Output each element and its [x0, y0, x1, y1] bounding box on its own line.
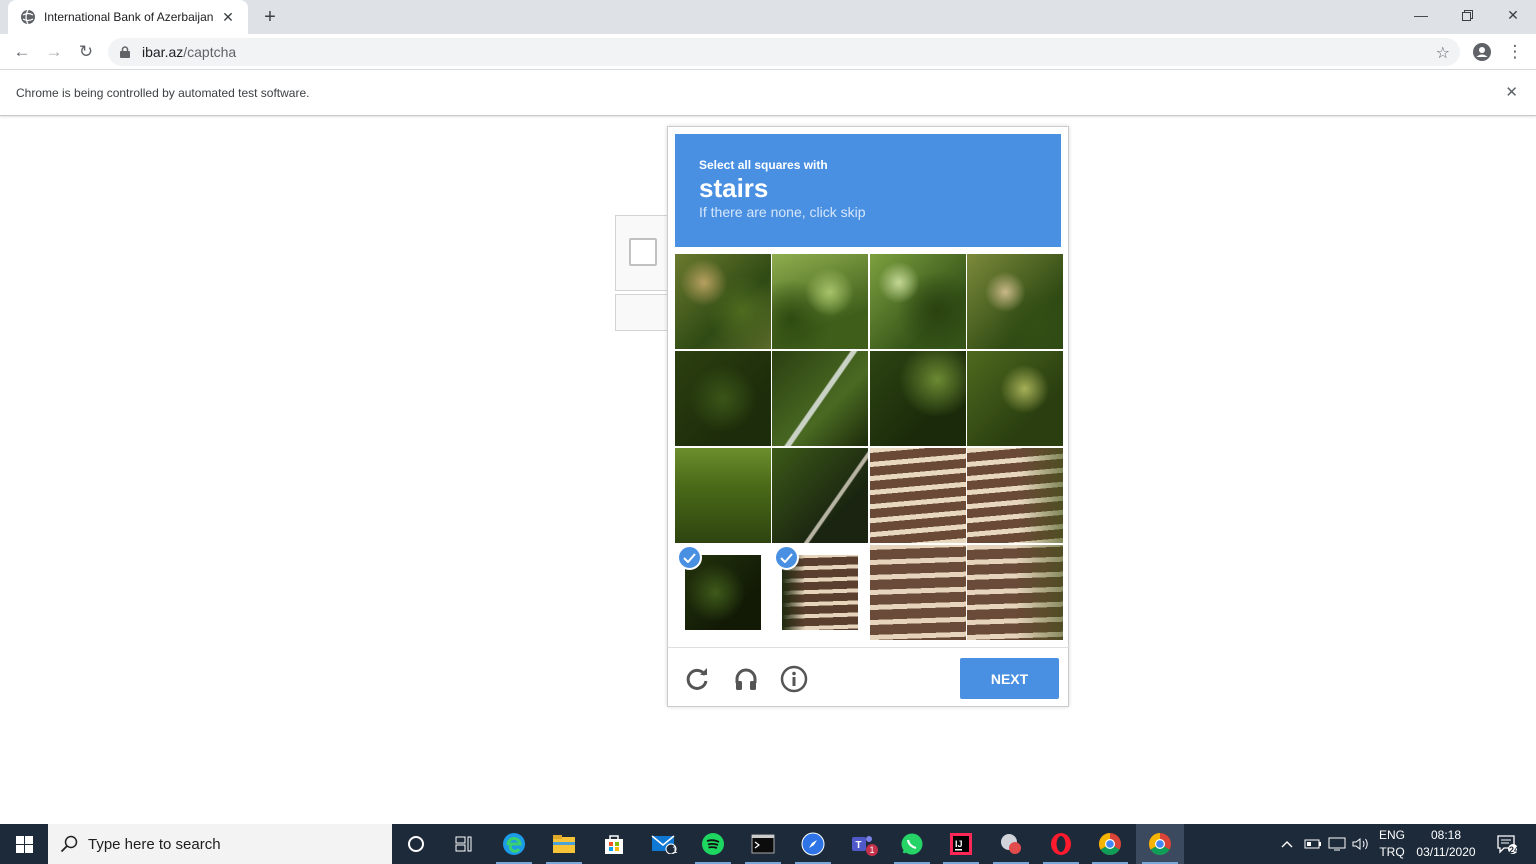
tile-6[interactable] [772, 351, 868, 446]
tile-10[interactable] [772, 448, 868, 543]
opera-icon[interactable] [1037, 824, 1085, 864]
chrome-icon[interactable] [1136, 824, 1184, 864]
tile-13[interactable] [675, 545, 771, 640]
mail-icon[interactable]: 1 [640, 824, 688, 864]
address-bar[interactable]: ibar.az/captcha ☆ [108, 38, 1460, 66]
tab-strip: International Bank of Azerbaijan ✕ + — ✕ [0, 0, 1536, 34]
mail-badge: 1 [672, 845, 678, 856]
recaptcha-checkbox[interactable] [629, 238, 657, 266]
whatsapp-icon[interactable] [888, 824, 936, 864]
clock-date: 03/11/2020 [1416, 845, 1476, 859]
language-indicator[interactable]: ENG TRQ [1376, 827, 1408, 861]
back-icon[interactable]: ← [9, 39, 35, 65]
star-icon[interactable]: ☆ [1436, 43, 1450, 63]
audio-icon[interactable] [730, 663, 762, 695]
intellij-icon[interactable]: IJ [937, 824, 985, 864]
tile-3[interactable] [870, 254, 966, 349]
battery-icon[interactable] [1304, 824, 1322, 864]
task-view-icon[interactable] [440, 824, 488, 864]
url-path: /captcha [183, 44, 237, 60]
chrome-icon[interactable] [1086, 824, 1134, 864]
tile-7[interactable] [870, 351, 966, 446]
next-button[interactable]: NEXT [960, 658, 1059, 699]
reload-challenge-icon[interactable] [682, 663, 714, 695]
search-placeholder: Type here to search [88, 835, 221, 853]
store-icon[interactable] [590, 824, 638, 864]
restore-icon[interactable] [1444, 0, 1490, 30]
taskbar-search[interactable]: Type here to search [48, 824, 392, 864]
plus-icon[interactable]: + [259, 6, 281, 28]
svg-text:IJ: IJ [955, 839, 963, 849]
lang-bottom: TRQ [1379, 845, 1405, 859]
tile-9[interactable] [675, 448, 771, 543]
recaptcha-anchor-footer [615, 294, 675, 331]
tile-14[interactable] [772, 545, 868, 640]
image-grid [675, 254, 1064, 640]
challenge-footer: NEXT [668, 647, 1070, 708]
challenge-keyword: stairs [699, 173, 769, 203]
network-icon[interactable] [1328, 824, 1346, 864]
lock-icon [120, 46, 130, 58]
search-icon [60, 835, 78, 853]
close-window-icon[interactable]: ✕ [1490, 0, 1536, 30]
tile-1[interactable] [675, 254, 771, 349]
svg-text:T: T [856, 840, 862, 851]
challenge-header: Select all squares with stairs If there … [675, 134, 1061, 247]
profile-icon[interactable] [1469, 39, 1495, 65]
xbox-icon[interactable] [987, 824, 1035, 864]
tile-8[interactable] [967, 351, 1063, 446]
clock[interactable]: 08:18 03/11/2020 [1412, 827, 1480, 861]
info-icon[interactable] [778, 663, 810, 695]
cortana-icon[interactable] [392, 824, 440, 864]
automation-infobar: Chrome is being controlled by automated … [0, 70, 1536, 116]
chevron-up-icon[interactable] [1280, 824, 1294, 864]
tile-5[interactable] [675, 351, 771, 446]
challenge-subtext: If there are none, click skip [699, 204, 866, 220]
teams-badge: 1 [866, 844, 878, 856]
taskbar: Type here to search 1 T 1 IJ ENG TRQ 08:… [0, 824, 1536, 864]
tile-4[interactable] [967, 254, 1063, 349]
tile-12[interactable] [967, 448, 1063, 543]
captcha-challenge: Select all squares with stairs If there … [667, 126, 1070, 708]
infobar-text: Chrome is being controlled by automated … [16, 86, 310, 100]
tile-16[interactable] [967, 545, 1063, 640]
minimize-icon[interactable]: — [1398, 0, 1444, 30]
close-icon[interactable]: ✕ [220, 9, 236, 26]
reload-icon[interactable]: ↻ [73, 39, 99, 65]
file-explorer-icon[interactable] [540, 824, 588, 864]
tab-title: International Bank of Azerbaijan [44, 10, 214, 24]
windows-icon[interactable] [0, 824, 48, 864]
spotify-icon[interactable] [689, 824, 737, 864]
check-icon [677, 545, 702, 570]
notification-icon[interactable]: 24 [1492, 824, 1522, 864]
tile-11[interactable] [870, 448, 966, 543]
forward-icon[interactable]: → [41, 39, 67, 65]
recaptcha-anchor [615, 215, 675, 291]
notification-count: 24 [1509, 845, 1520, 855]
globe-icon [21, 9, 35, 25]
browser-tab[interactable]: International Bank of Azerbaijan ✕ [8, 0, 248, 34]
menu-icon[interactable]: ⋮ [1502, 39, 1528, 65]
lang-top: ENG [1378, 828, 1405, 842]
edge-icon[interactable] [490, 824, 538, 864]
volume-icon[interactable] [1351, 824, 1371, 864]
tile-2[interactable] [772, 254, 868, 349]
terminal-icon[interactable] [739, 824, 787, 864]
tile-15[interactable] [870, 545, 966, 640]
url-host: ibar.az [142, 44, 184, 60]
safari-icon[interactable] [789, 824, 837, 864]
challenge-instruction: Select all squares with [699, 158, 828, 172]
teams-icon[interactable]: T 1 [838, 824, 886, 864]
check-icon [774, 545, 799, 570]
clock-time: 08:18 [1430, 828, 1462, 842]
browser-toolbar: ← → ↻ ibar.az/captcha ☆ ⋮ [0, 34, 1536, 70]
close-icon[interactable]: ✕ [1505, 83, 1518, 101]
